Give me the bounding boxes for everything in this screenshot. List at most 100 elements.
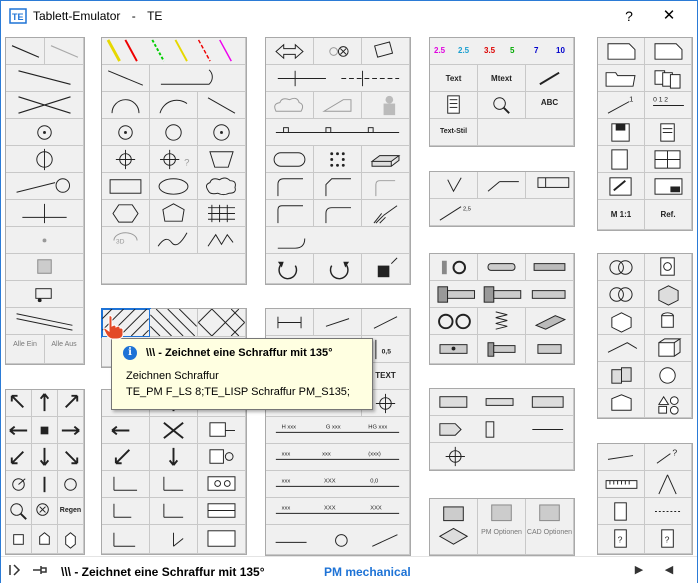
shaft-detail-button[interactable] [430, 416, 574, 443]
stud-button[interactable] [526, 254, 574, 281]
sheet-edit-button[interactable] [598, 173, 645, 200]
text-height-10[interactable]: 10 [556, 46, 565, 55]
measure-button[interactable] [645, 498, 692, 525]
line-tool-button[interactable] [45, 38, 84, 65]
query-point-button[interactable]: ? [645, 444, 692, 471]
close-button[interactable]: ✕ [657, 5, 681, 27]
text-height-2-5-b[interactable]: 2.5 [458, 46, 469, 55]
ucs-3p-button[interactable] [102, 525, 150, 554]
text-button[interactable]: Text [430, 65, 478, 92]
polyline-button[interactable] [102, 65, 150, 92]
block-insert-button[interactable] [198, 417, 246, 444]
help-button[interactable]: ? [617, 5, 641, 27]
circle-point-button[interactable] [6, 119, 84, 146]
stretch-button[interactable] [314, 92, 362, 119]
text-style-button[interactable]: Text-Stil [430, 119, 478, 146]
dim-angle-button[interactable] [362, 309, 410, 336]
save-button[interactable] [598, 119, 645, 146]
bolt-button[interactable] [430, 281, 574, 308]
slice-button[interactable] [598, 362, 645, 389]
snap-tangent-button[interactable] [32, 471, 58, 498]
ucs-view-button[interactable] [150, 525, 198, 554]
revolve-button[interactable] [598, 335, 645, 362]
undo-button[interactable] [266, 254, 314, 284]
trim-button[interactable] [6, 281, 84, 308]
ucs-s-button[interactable] [150, 444, 198, 471]
grid-pattern-button[interactable] [198, 200, 246, 227]
snap-e-button[interactable] [58, 417, 84, 444]
fillet-3d-2-button[interactable] [314, 200, 362, 227]
delete-button[interactable] [314, 38, 362, 65]
line-1-button[interactable] [598, 444, 645, 471]
all-off-button[interactable]: Alle Aus [45, 335, 84, 364]
nut-button[interactable] [430, 335, 478, 364]
snap-w-button[interactable] [6, 417, 32, 444]
zoom-button[interactable] [6, 498, 32, 525]
scroll-left-icon[interactable]: ◀ [661, 562, 677, 578]
line-colors-button[interactable] [102, 38, 246, 65]
tools-button[interactable] [430, 499, 478, 555]
text-list-button[interactable] [430, 92, 478, 119]
rectangle-button[interactable] [102, 173, 150, 200]
expand-icon[interactable] [8, 563, 26, 577]
scroll-right-icon[interactable]: ▶ [631, 562, 647, 578]
parallel-lines-button[interactable] [6, 308, 84, 335]
all-on-button[interactable]: Alle Ein [6, 335, 45, 364]
extrude-button[interactable] [362, 146, 410, 173]
cross-lines-button[interactable] [6, 92, 84, 119]
fillet-3d-button[interactable] [362, 173, 410, 200]
circle-tangent-button[interactable] [6, 146, 84, 173]
ellipse-button[interactable] [150, 173, 198, 200]
ucs-x-button[interactable] [102, 471, 150, 498]
snap-n-button[interactable] [32, 390, 58, 417]
help-doc-2-button[interactable]: ? [645, 525, 692, 554]
ucs-z-button[interactable] [102, 498, 150, 525]
open-folder-button[interactable] [598, 65, 645, 92]
snap-ne-button[interactable] [58, 390, 84, 417]
sphere-button[interactable] [645, 362, 692, 389]
polygon-button[interactable] [150, 200, 198, 227]
ucs-w-button[interactable] [102, 417, 150, 444]
dim-fit-button[interactable]: xxx XXX 0,0 [266, 471, 410, 498]
line-angle-button[interactable] [198, 92, 246, 119]
wedge-button[interactable] [598, 389, 645, 418]
cylinder-3d-button[interactable] [645, 308, 692, 335]
list-doc-button[interactable] [598, 498, 645, 525]
pin-icon[interactable] [31, 563, 49, 577]
line-tool-button[interactable] [6, 38, 45, 65]
rivet-button[interactable] [478, 335, 526, 364]
hatch-45-button[interactable] [150, 309, 198, 337]
line-tool-button[interactable] [6, 65, 84, 92]
new-template-button[interactable] [645, 38, 692, 65]
pin-button[interactable] [478, 254, 526, 281]
tolerance-frame-button[interactable] [526, 172, 574, 199]
shapes-3d-button[interactable] [645, 389, 692, 418]
edit-doc-button[interactable] [645, 119, 692, 146]
bearing-button[interactable] [430, 443, 574, 470]
spring-button[interactable] [478, 308, 526, 335]
snap-s-button[interactable] [32, 444, 58, 471]
explode-button[interactable] [362, 254, 410, 284]
key-button[interactable] [526, 335, 574, 364]
dim-chain-button[interactable]: H xxx G xxx HG xxx [266, 417, 410, 444]
ucs-y-button[interactable] [150, 471, 198, 498]
shaft-button[interactable] [430, 389, 574, 416]
chamfer-button[interactable] [314, 173, 362, 200]
slot-button[interactable] [266, 146, 314, 173]
hexagon-button[interactable] [102, 200, 150, 227]
folder-doc-button[interactable] [598, 146, 645, 173]
help-doc-button[interactable]: ? [598, 525, 645, 554]
view-iso-button[interactable] [32, 525, 58, 554]
block-table-button[interactable] [198, 498, 246, 525]
text-height-3-5[interactable]: 3.5 [484, 46, 495, 55]
3d-solid-button[interactable]: 3D [102, 227, 150, 254]
circle-2p-button[interactable] [150, 119, 198, 146]
perpendicular-button[interactable] [6, 200, 84, 227]
snap-se-button[interactable] [58, 444, 84, 471]
new-drawing-button[interactable] [598, 38, 645, 65]
cad-options-button[interactable]: CAD Optionen [526, 499, 574, 555]
profile-name[interactable]: PM mechanical [324, 565, 411, 579]
circle-3p-button[interactable] [198, 119, 246, 146]
arc-3p-button[interactable] [150, 92, 198, 119]
fillet-radius-button[interactable] [266, 200, 314, 227]
